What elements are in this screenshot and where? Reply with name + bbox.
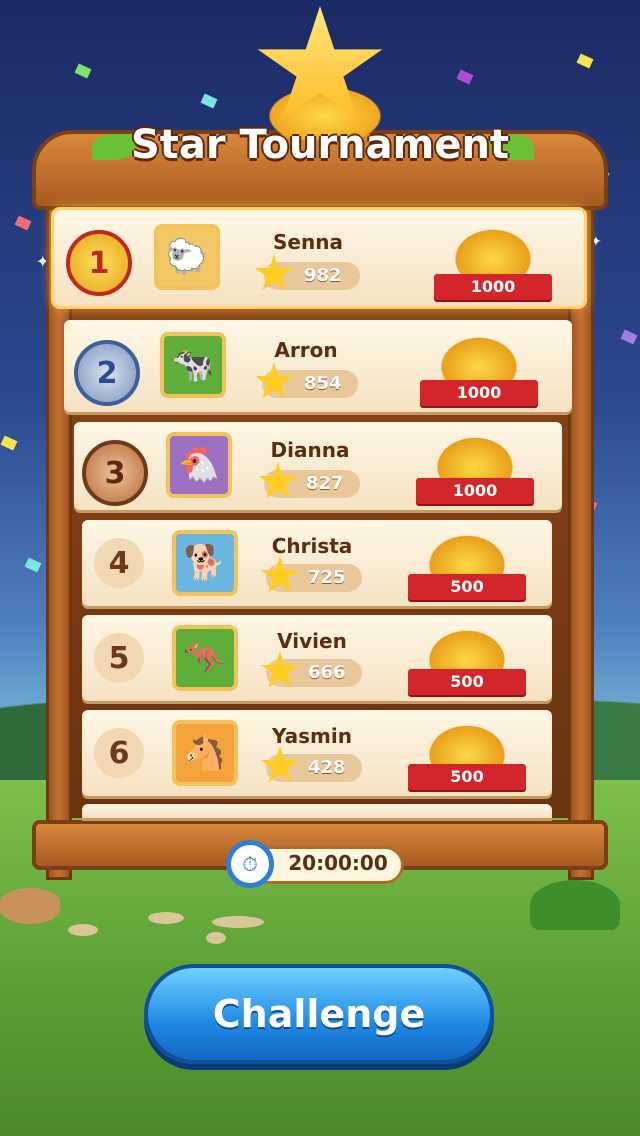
leaderboard-row[interactable]: 5 🦘 Vivien 666 500 (82, 615, 552, 701)
player-name: Christa (271, 534, 353, 558)
horse-icon: 🐴 (172, 720, 238, 786)
coin-pile-icon (422, 720, 512, 770)
reward-ribbon: 500 (408, 574, 526, 600)
leaderboard-row[interactable]: 1 🐑 Senna 982 1000 (54, 210, 584, 306)
player-name: Yasmin (272, 724, 352, 748)
timer-value: 20:00:00 (288, 851, 388, 875)
dog-icon: 🐕 (172, 530, 238, 596)
player-score: 725 (308, 567, 346, 588)
coin-pile-icon (448, 224, 538, 274)
player-name: Vivien (277, 629, 347, 653)
confetti (74, 63, 92, 79)
confetti (200, 93, 218, 109)
gold-medal-icon: 1 (66, 230, 132, 296)
leaderboard-row[interactable]: 4 🐕 Christa 725 500 (82, 520, 552, 606)
coin-pile-icon (434, 332, 524, 382)
player-score: 666 (308, 662, 346, 683)
rank-number: 4 (94, 538, 144, 588)
coin-pile-icon (422, 530, 512, 580)
challenge-button[interactable]: Challenge (144, 964, 494, 1064)
stepping-stone (212, 916, 264, 928)
confetti (576, 53, 594, 69)
player-score: 854 (304, 373, 342, 394)
confetti (456, 69, 474, 85)
player-name: Arron (274, 338, 338, 362)
reward-ribbon: 1000 (420, 380, 538, 406)
leaderboard-row-partial (82, 804, 552, 818)
leaderboard-row[interactable]: 6 🐴 Yasmin 428 500 (82, 710, 552, 796)
coin-pile-icon (422, 625, 512, 675)
chicken-icon: 🐔 (166, 432, 232, 498)
leaderboard-row[interactable]: 2 🐄 Arron 854 1000 (64, 320, 572, 412)
coin-pile-icon (430, 432, 520, 482)
reward-ribbon: 500 (408, 764, 526, 790)
rank-number: 6 (94, 728, 144, 778)
stepping-stone (148, 912, 184, 924)
grass-bush (530, 880, 620, 930)
cow-icon: 🐄 (160, 332, 226, 398)
player-score: 827 (306, 473, 344, 494)
reward-ribbon: 500 (408, 669, 526, 695)
tree-stump (0, 888, 60, 924)
stepping-stone (68, 924, 98, 936)
sheep-icon: 🐑 (154, 224, 220, 290)
player-name: Dianna (270, 438, 350, 462)
player-score: 428 (308, 757, 346, 778)
reward-ribbon: 1000 (416, 478, 534, 504)
confetti (0, 435, 18, 451)
rank-number: 5 (94, 633, 144, 683)
reward-ribbon: 1000 (434, 274, 552, 300)
player-score: 982 (304, 265, 342, 286)
alarm-clock-icon: ⏱ (226, 840, 274, 888)
confetti (14, 215, 32, 231)
silver-medal-icon: 2 (74, 340, 140, 406)
leaderboard-row[interactable]: 3 🐔 Dianna 827 1000 (74, 422, 562, 510)
player-name: Senna (273, 230, 343, 254)
confetti (620, 329, 638, 345)
bronze-medal-icon: 3 (82, 440, 148, 506)
donkey-icon: 🦘 (172, 625, 238, 691)
page-title: Star Tournament (130, 122, 510, 168)
stepping-stone (206, 932, 226, 944)
